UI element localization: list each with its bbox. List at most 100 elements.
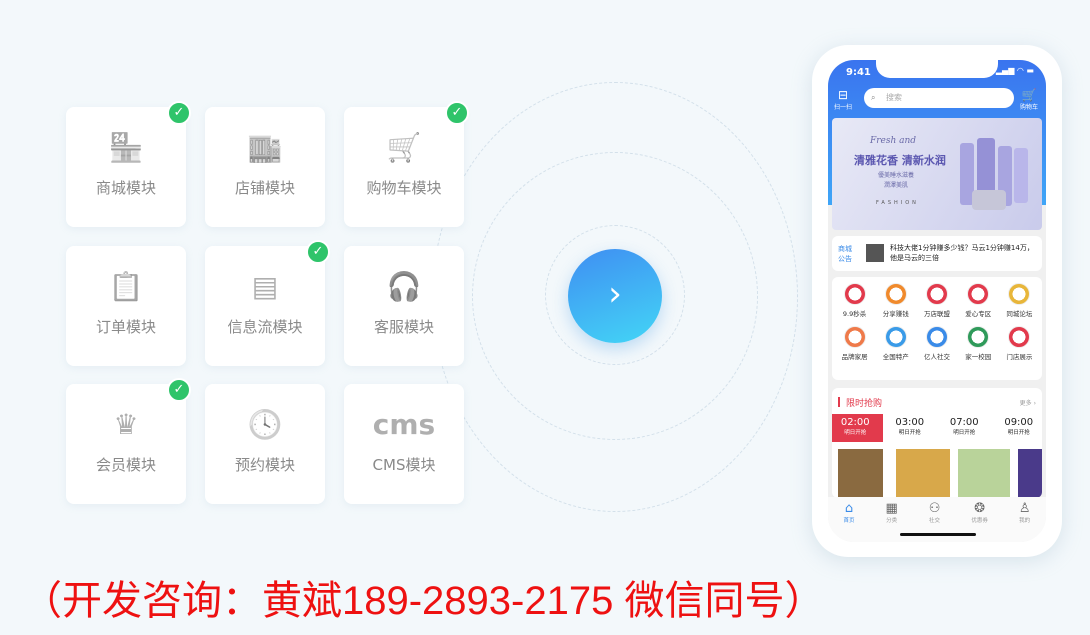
flash-more-label: 更多 [1019,400,1032,407]
promo-banner[interactable]: Fresh and 清雅花香 清新水润 優美睡水滋養 潤澤美肌 FASHION [832,118,1042,230]
crown-icon: ♛ [113,408,139,441]
coupon-icon: ❂ [974,501,986,516]
module-label: 商城模块 [95,179,156,197]
clock-icon: 🕓 [247,408,283,441]
flash-more-link[interactable]: 更多 › [1020,398,1036,407]
category-label: 爱心专区 [965,310,992,318]
module-card[interactable]: ▤ 信息流模块 [205,246,325,366]
search-placeholder: 搜索 [886,93,902,102]
product-image[interactable] [896,449,950,498]
category-item[interactable]: 品牌家居 [834,326,875,361]
status-icons: ▂▄▆ ◠ ▬ [995,66,1034,75]
scan-label: 扫一扫 [834,104,853,111]
module-card[interactable]: 📋 订单模块 [66,246,186,366]
tab-user[interactable]: ♙ 我的 [1019,501,1031,542]
category-icon [1008,283,1031,305]
slot-label: 明日开抢 [1007,430,1030,436]
check-icon: ✓ [167,101,191,125]
module-label: 购物车模块 [366,179,442,197]
module-label: 店铺模块 [234,179,295,197]
product-image[interactable] [1018,449,1042,498]
notice-tag-line1: 商城 [838,245,852,253]
cart-icon: 🛒 [386,131,422,164]
category-item[interactable]: 爱心专区 [958,283,999,318]
slot-time: 09:00 [1004,417,1034,428]
tab-label: 社交 [929,518,941,524]
flash-slot[interactable]: 09:00 明日开抢 [992,414,1043,442]
slot-label: 明日开抢 [898,430,921,436]
category-icon [1008,326,1031,348]
category-item[interactable]: 同城论坛 [999,283,1040,318]
category-icon [925,283,948,305]
product-jar [972,190,1006,210]
scan-button[interactable]: ⊟ 扫一扫 [834,88,852,111]
phone-mockup: 9:41 ▂▄▆ ◠ ▬ ⊟ 扫一扫 ⌕ 搜索 🛒 购物车 Fresh and 清雅花… [812,45,1062,557]
category-item[interactable]: 分享赚钱 [875,283,916,318]
tab-label: 分类 [886,518,898,524]
module-card[interactable]: ♛ 会员模块 [66,384,186,504]
cart-icon: 🛒 [1021,88,1037,102]
category-icon [884,326,907,348]
module-card[interactable]: 🎧 客服模块 [344,246,464,366]
tab-category[interactable]: ▦ 分类 [885,501,897,542]
category-label: 分享赚钱 [882,310,909,318]
category-item[interactable]: 门店展示 [999,326,1040,361]
check-icon: ✓ [167,378,191,402]
notice-thumbnail [866,244,884,262]
notice-tag: 商城 公告 [838,244,852,264]
product-image[interactable] [838,449,883,498]
store-icon: 🏪 [108,131,144,164]
flash-title: 限时抢购 [846,399,883,409]
flash-slot[interactable]: 02:00 明日开抢 [832,414,883,442]
tab-label: 优惠券 [971,518,988,524]
tab-label: 我的 [1019,518,1031,524]
module-card[interactable]: 🏪 商城模块 [66,107,186,227]
module-label: CMS模块 [372,456,436,474]
flash-slot[interactable]: 07:00 明日开抢 [937,414,992,442]
next-arrow-button[interactable]: › [568,249,662,343]
social-icon: ⚇ [928,501,941,516]
flash-accent-bar [838,397,840,407]
cart-button[interactable]: 🛒 购物车 [1020,88,1038,111]
flash-slot[interactable]: 03:00 明日开抢 [883,414,938,442]
category-icon: ▦ [885,501,898,516]
category-icon [925,326,948,348]
category-item[interactable]: 9.9秒杀 [834,283,875,318]
slot-time: 07:00 [949,417,979,428]
module-card[interactable]: 🏬 店铺模块 [205,107,325,227]
slot-label: 明日开抢 [953,430,976,436]
notice-bar[interactable]: 商城 公告 科技大佬1分钟赚多少钱？马云1分钟赚14万，他是马云的三倍 [832,236,1042,271]
notice-tag-line2: 公告 [838,255,852,263]
category-label: 万店联盟 [923,310,950,318]
banner-script: Fresh and [870,136,917,146]
module-label: 信息流模块 [227,318,303,336]
check-icon: ✓ [445,101,469,125]
product-image[interactable] [958,449,1010,498]
module-card[interactable]: 🕓 预约模块 [205,384,325,504]
category-label: 亿人社交 [923,353,950,361]
banner-sub2: 潤澤美肌 [884,182,909,189]
category-icon [884,283,907,305]
category-label: 9.9秒杀 [842,310,867,318]
module-card[interactable]: cms CMS模块 [344,384,464,504]
category-grid: 9.9秒杀 分享赚钱 万店联盟 爱心专区 同城论坛品牌家居 全国特产 亿人社交 家一校园 门店展… [832,277,1042,380]
banner-brand: FASHION [876,200,919,206]
slot-label: 明日开抢 [844,430,867,436]
tab-home[interactable]: ⌂ 首页 [843,501,854,542]
category-label: 品牌家居 [841,353,868,361]
search-input[interactable]: ⌕ 搜索 [864,88,1014,108]
home-icon: ⌂ [844,501,854,516]
feed-icon: ▤ [251,270,279,303]
category-label: 家一校园 [965,353,992,361]
module-label: 预约模块 [234,456,295,474]
contact-footer: （开发咨询：黄斌189-2893-2175 微信同号） [22,579,825,623]
category-item[interactable]: 家一校园 [958,326,999,361]
module-card[interactable]: 🛒 购物车模块 [344,107,464,227]
category-label: 门店展示 [1006,353,1033,361]
category-icon [843,283,866,305]
category-item[interactable]: 全国特产 [875,326,916,361]
category-icon [843,326,866,348]
slot-time: 02:00 [840,417,870,428]
category-item[interactable]: 万店联盟 [916,283,957,318]
category-item[interactable]: 亿人社交 [916,326,957,361]
